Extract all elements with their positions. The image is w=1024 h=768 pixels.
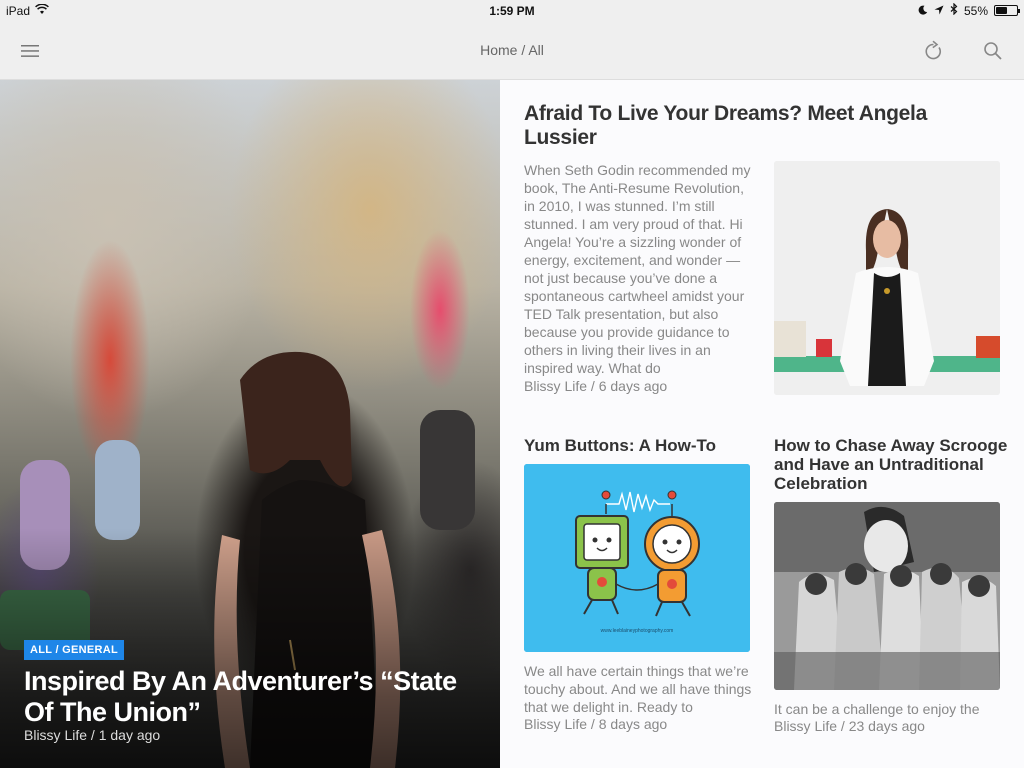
article-image[interactable] [774,161,1000,395]
page-title: Home / All [480,42,544,58]
status-right: 55% [918,2,1020,18]
hero-article-card[interactable]: ALL / GENERAL Inspired By An Adventurer’… [0,80,500,768]
location-arrow-icon [934,4,944,18]
search-icon[interactable] [978,36,1008,66]
article-excerpt: When Seth Godin recommended my book, The… [524,162,751,376]
moon-icon [918,4,928,18]
battery-fill [996,7,1007,14]
image-caption: www.leeblaineyphotography.com [601,628,674,634]
article-title[interactable]: Yum Buttons: A How-To [524,436,754,455]
article-excerpt: It can be a challenge to enjoy the [774,701,980,717]
nav-bar: Home / All [0,22,1024,80]
article-image[interactable]: www.leeblaineyphotography.com [524,464,750,652]
article-image[interactable] [774,502,1000,690]
battery-icon [994,5,1020,16]
status-bar: iPad 1:59 PM 55% [0,0,1024,22]
hero-meta: Blissy Life / 1 day ago [24,727,161,743]
article-meta: Blissy Life / 8 days ago [524,716,668,732]
article-meta: Blissy Life / 6 days ago [524,378,668,394]
article-excerpt: We all have certain things that we’re to… [524,663,752,715]
status-time: 1:59 PM [489,4,535,18]
bluetooth-icon [950,2,958,18]
refresh-icon[interactable] [919,36,949,66]
category-badge[interactable]: ALL / GENERAL [24,640,125,660]
article-title[interactable]: How to Chase Away Scrooge and Have an Un… [774,436,1014,493]
article-meta: Blissy Life / 23 days ago [774,718,925,734]
hero-title[interactable]: Inspired By An Adventurer’s “State Of Th… [24,666,484,728]
article-title[interactable]: Afraid To Live Your Dreams? Meet Angela … [524,102,994,150]
battery-percent: 55% [963,3,988,18]
